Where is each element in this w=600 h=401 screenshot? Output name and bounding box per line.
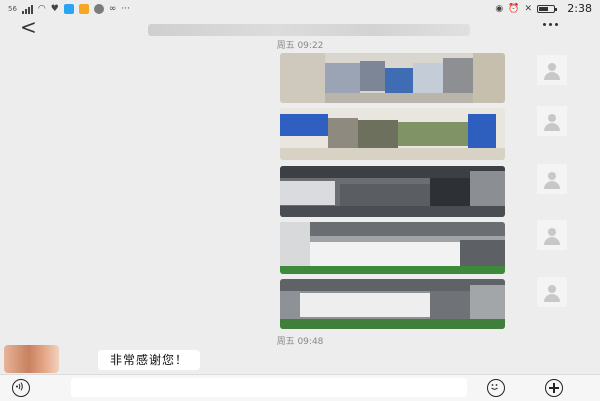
status-right-group: ◉ ⏰ ✕ — [495, 2, 557, 16]
image-message[interactable] — [280, 279, 505, 329]
self-avatar[interactable] — [537, 106, 567, 136]
network-type-label: 56 — [8, 4, 17, 13]
eye-icon: ◉ — [495, 3, 504, 14]
notification-app-icon-orange — [78, 4, 89, 14]
image-message[interactable] — [280, 108, 505, 160]
plus-icon[interactable] — [545, 379, 563, 397]
image-message[interactable] — [280, 222, 505, 274]
wifi-icon: ◠ — [37, 3, 46, 14]
self-avatar[interactable] — [537, 220, 567, 250]
message-timestamp: 周五 09:22 — [276, 41, 324, 51]
back-arrow-icon[interactable]: < — [20, 16, 37, 38]
self-avatar[interactable] — [537, 277, 567, 307]
text-message-bubble[interactable]: 非常感谢您！ — [98, 350, 201, 370]
link-icon: ∞ — [108, 3, 117, 14]
status-bar: 56 ◠ ♥ ∞ ··· ◉ ⏰ ✕ 2:38 — [0, 0, 600, 18]
status-left-group: 56 ◠ ♥ ∞ ··· — [8, 2, 130, 16]
notification-app-icon-blue — [63, 4, 74, 14]
alarm-icon: ⏰ — [508, 3, 520, 14]
dots-icon: ··· — [121, 3, 130, 14]
heart-icon: ♥ — [50, 3, 59, 14]
message-input[interactable] — [71, 378, 467, 397]
self-avatar[interactable] — [537, 55, 567, 85]
chat-header: < — [0, 16, 600, 40]
voice-icon[interactable] — [12, 379, 30, 397]
signal-icon — [21, 4, 33, 14]
status-time: 2:38 — [567, 2, 592, 15]
image-message[interactable] — [280, 53, 505, 103]
image-message[interactable] — [280, 166, 505, 217]
mute-icon: ✕ — [524, 3, 532, 14]
input-bar — [0, 374, 600, 401]
notification-app-icon-gray — [93, 4, 104, 14]
chat-title-redacted — [148, 24, 470, 36]
contact-avatar[interactable] — [4, 345, 59, 373]
more-dots-icon[interactable] — [543, 23, 558, 26]
self-avatar[interactable] — [537, 164, 567, 194]
message-timestamp: 周五 09:48 — [276, 337, 324, 347]
battery-icon — [537, 5, 557, 13]
emoji-icon[interactable] — [487, 379, 505, 397]
